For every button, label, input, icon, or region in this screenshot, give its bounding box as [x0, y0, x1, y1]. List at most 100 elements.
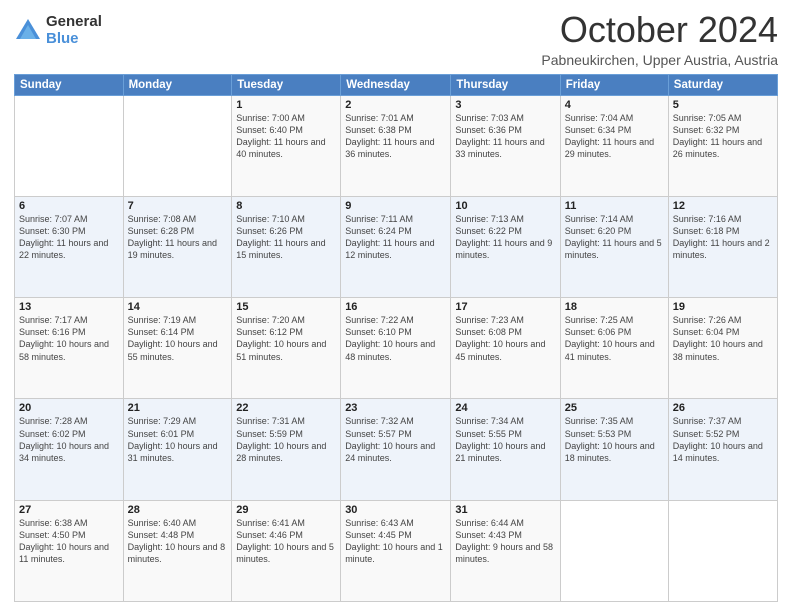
day-number: 20	[19, 402, 119, 414]
day-number: 28	[128, 504, 228, 516]
calendar-cell: 8Sunrise: 7:10 AMSunset: 6:26 PMDaylight…	[232, 196, 341, 297]
calendar-cell: 12Sunrise: 7:16 AMSunset: 6:18 PMDayligh…	[668, 196, 777, 297]
calendar-cell: 9Sunrise: 7:11 AMSunset: 6:24 PMDaylight…	[341, 196, 451, 297]
calendar-cell: 26Sunrise: 7:37 AMSunset: 5:52 PMDayligh…	[668, 399, 777, 500]
day-number: 1	[236, 99, 336, 111]
logo-general-text: General	[46, 14, 102, 31]
weekday-header-wednesday: Wednesday	[341, 74, 451, 95]
header: General Blue October 2024 Pabneukirchen,…	[14, 10, 778, 68]
day-info: Sunrise: 7:07 AMSunset: 6:30 PMDaylight:…	[19, 213, 119, 262]
day-number: 3	[455, 99, 555, 111]
day-number: 7	[128, 200, 228, 212]
calendar-cell: 11Sunrise: 7:14 AMSunset: 6:20 PMDayligh…	[560, 196, 668, 297]
calendar-cell	[15, 95, 124, 196]
day-info: Sunrise: 6:44 AMSunset: 4:43 PMDaylight:…	[455, 517, 555, 566]
day-number: 31	[455, 504, 555, 516]
location-title: Pabneukirchen, Upper Austria, Austria	[541, 52, 778, 68]
day-info: Sunrise: 7:05 AMSunset: 6:32 PMDaylight:…	[673, 112, 773, 161]
calendar-cell: 25Sunrise: 7:35 AMSunset: 5:53 PMDayligh…	[560, 399, 668, 500]
weekday-header-monday: Monday	[123, 74, 232, 95]
calendar-cell: 10Sunrise: 7:13 AMSunset: 6:22 PMDayligh…	[451, 196, 560, 297]
month-title: October 2024	[541, 10, 778, 50]
week-row-3: 13Sunrise: 7:17 AMSunset: 6:16 PMDayligh…	[15, 298, 778, 399]
day-info: Sunrise: 7:01 AMSunset: 6:38 PMDaylight:…	[345, 112, 446, 161]
day-info: Sunrise: 6:38 AMSunset: 4:50 PMDaylight:…	[19, 517, 119, 566]
logo-icon	[14, 17, 42, 45]
day-number: 2	[345, 99, 446, 111]
calendar-cell: 16Sunrise: 7:22 AMSunset: 6:10 PMDayligh…	[341, 298, 451, 399]
calendar-cell: 27Sunrise: 6:38 AMSunset: 4:50 PMDayligh…	[15, 500, 124, 601]
day-number: 12	[673, 200, 773, 212]
day-info: Sunrise: 7:28 AMSunset: 6:02 PMDaylight:…	[19, 415, 119, 464]
day-number: 29	[236, 504, 336, 516]
day-number: 8	[236, 200, 336, 212]
calendar-cell: 18Sunrise: 7:25 AMSunset: 6:06 PMDayligh…	[560, 298, 668, 399]
calendar-cell: 3Sunrise: 7:03 AMSunset: 6:36 PMDaylight…	[451, 95, 560, 196]
day-info: Sunrise: 7:03 AMSunset: 6:36 PMDaylight:…	[455, 112, 555, 161]
day-number: 26	[673, 402, 773, 414]
weekday-header-friday: Friday	[560, 74, 668, 95]
day-info: Sunrise: 7:13 AMSunset: 6:22 PMDaylight:…	[455, 213, 555, 262]
day-number: 14	[128, 301, 228, 313]
week-row-4: 20Sunrise: 7:28 AMSunset: 6:02 PMDayligh…	[15, 399, 778, 500]
calendar-cell: 30Sunrise: 6:43 AMSunset: 4:45 PMDayligh…	[341, 500, 451, 601]
day-number: 4	[565, 99, 664, 111]
week-row-5: 27Sunrise: 6:38 AMSunset: 4:50 PMDayligh…	[15, 500, 778, 601]
day-info: Sunrise: 7:23 AMSunset: 6:08 PMDaylight:…	[455, 314, 555, 363]
day-info: Sunrise: 7:10 AMSunset: 6:26 PMDaylight:…	[236, 213, 336, 262]
day-info: Sunrise: 7:20 AMSunset: 6:12 PMDaylight:…	[236, 314, 336, 363]
calendar-cell: 28Sunrise: 6:40 AMSunset: 4:48 PMDayligh…	[123, 500, 232, 601]
day-info: Sunrise: 7:31 AMSunset: 5:59 PMDaylight:…	[236, 415, 336, 464]
calendar-cell	[123, 95, 232, 196]
day-info: Sunrise: 7:29 AMSunset: 6:01 PMDaylight:…	[128, 415, 228, 464]
day-number: 21	[128, 402, 228, 414]
day-info: Sunrise: 6:40 AMSunset: 4:48 PMDaylight:…	[128, 517, 228, 566]
day-number: 30	[345, 504, 446, 516]
day-info: Sunrise: 7:11 AMSunset: 6:24 PMDaylight:…	[345, 213, 446, 262]
day-number: 11	[565, 200, 664, 212]
calendar-cell: 13Sunrise: 7:17 AMSunset: 6:16 PMDayligh…	[15, 298, 124, 399]
day-number: 22	[236, 402, 336, 414]
day-info: Sunrise: 7:34 AMSunset: 5:55 PMDaylight:…	[455, 415, 555, 464]
day-number: 16	[345, 301, 446, 313]
calendar-cell: 21Sunrise: 7:29 AMSunset: 6:01 PMDayligh…	[123, 399, 232, 500]
day-info: Sunrise: 7:35 AMSunset: 5:53 PMDaylight:…	[565, 415, 664, 464]
calendar-cell: 1Sunrise: 7:00 AMSunset: 6:40 PMDaylight…	[232, 95, 341, 196]
calendar-header: SundayMondayTuesdayWednesdayThursdayFrid…	[15, 74, 778, 95]
calendar-cell: 29Sunrise: 6:41 AMSunset: 4:46 PMDayligh…	[232, 500, 341, 601]
weekday-header-sunday: Sunday	[15, 74, 124, 95]
day-number: 10	[455, 200, 555, 212]
day-info: Sunrise: 7:26 AMSunset: 6:04 PMDaylight:…	[673, 314, 773, 363]
title-block: October 2024 Pabneukirchen, Upper Austri…	[541, 10, 778, 68]
day-number: 5	[673, 99, 773, 111]
logo-text: General Blue	[46, 14, 102, 47]
day-number: 18	[565, 301, 664, 313]
day-info: Sunrise: 7:37 AMSunset: 5:52 PMDaylight:…	[673, 415, 773, 464]
day-number: 17	[455, 301, 555, 313]
weekday-header-saturday: Saturday	[668, 74, 777, 95]
calendar-cell: 31Sunrise: 6:44 AMSunset: 4:43 PMDayligh…	[451, 500, 560, 601]
day-number: 9	[345, 200, 446, 212]
day-number: 24	[455, 402, 555, 414]
weekday-header-tuesday: Tuesday	[232, 74, 341, 95]
calendar-cell: 2Sunrise: 7:01 AMSunset: 6:38 PMDaylight…	[341, 95, 451, 196]
calendar-cell: 4Sunrise: 7:04 AMSunset: 6:34 PMDaylight…	[560, 95, 668, 196]
day-info: Sunrise: 6:43 AMSunset: 4:45 PMDaylight:…	[345, 517, 446, 566]
day-number: 23	[345, 402, 446, 414]
day-number: 13	[19, 301, 119, 313]
calendar-cell: 22Sunrise: 7:31 AMSunset: 5:59 PMDayligh…	[232, 399, 341, 500]
calendar-cell: 20Sunrise: 7:28 AMSunset: 6:02 PMDayligh…	[15, 399, 124, 500]
calendar-table: SundayMondayTuesdayWednesdayThursdayFrid…	[14, 74, 778, 602]
weekday-row: SundayMondayTuesdayWednesdayThursdayFrid…	[15, 74, 778, 95]
day-info: Sunrise: 7:16 AMSunset: 6:18 PMDaylight:…	[673, 213, 773, 262]
day-number: 27	[19, 504, 119, 516]
day-info: Sunrise: 7:14 AMSunset: 6:20 PMDaylight:…	[565, 213, 664, 262]
calendar-body: 1Sunrise: 7:00 AMSunset: 6:40 PMDaylight…	[15, 95, 778, 601]
calendar-cell: 6Sunrise: 7:07 AMSunset: 6:30 PMDaylight…	[15, 196, 124, 297]
day-info: Sunrise: 6:41 AMSunset: 4:46 PMDaylight:…	[236, 517, 336, 566]
calendar-cell	[668, 500, 777, 601]
day-number: 15	[236, 301, 336, 313]
day-info: Sunrise: 7:04 AMSunset: 6:34 PMDaylight:…	[565, 112, 664, 161]
day-info: Sunrise: 7:25 AMSunset: 6:06 PMDaylight:…	[565, 314, 664, 363]
day-info: Sunrise: 7:00 AMSunset: 6:40 PMDaylight:…	[236, 112, 336, 161]
